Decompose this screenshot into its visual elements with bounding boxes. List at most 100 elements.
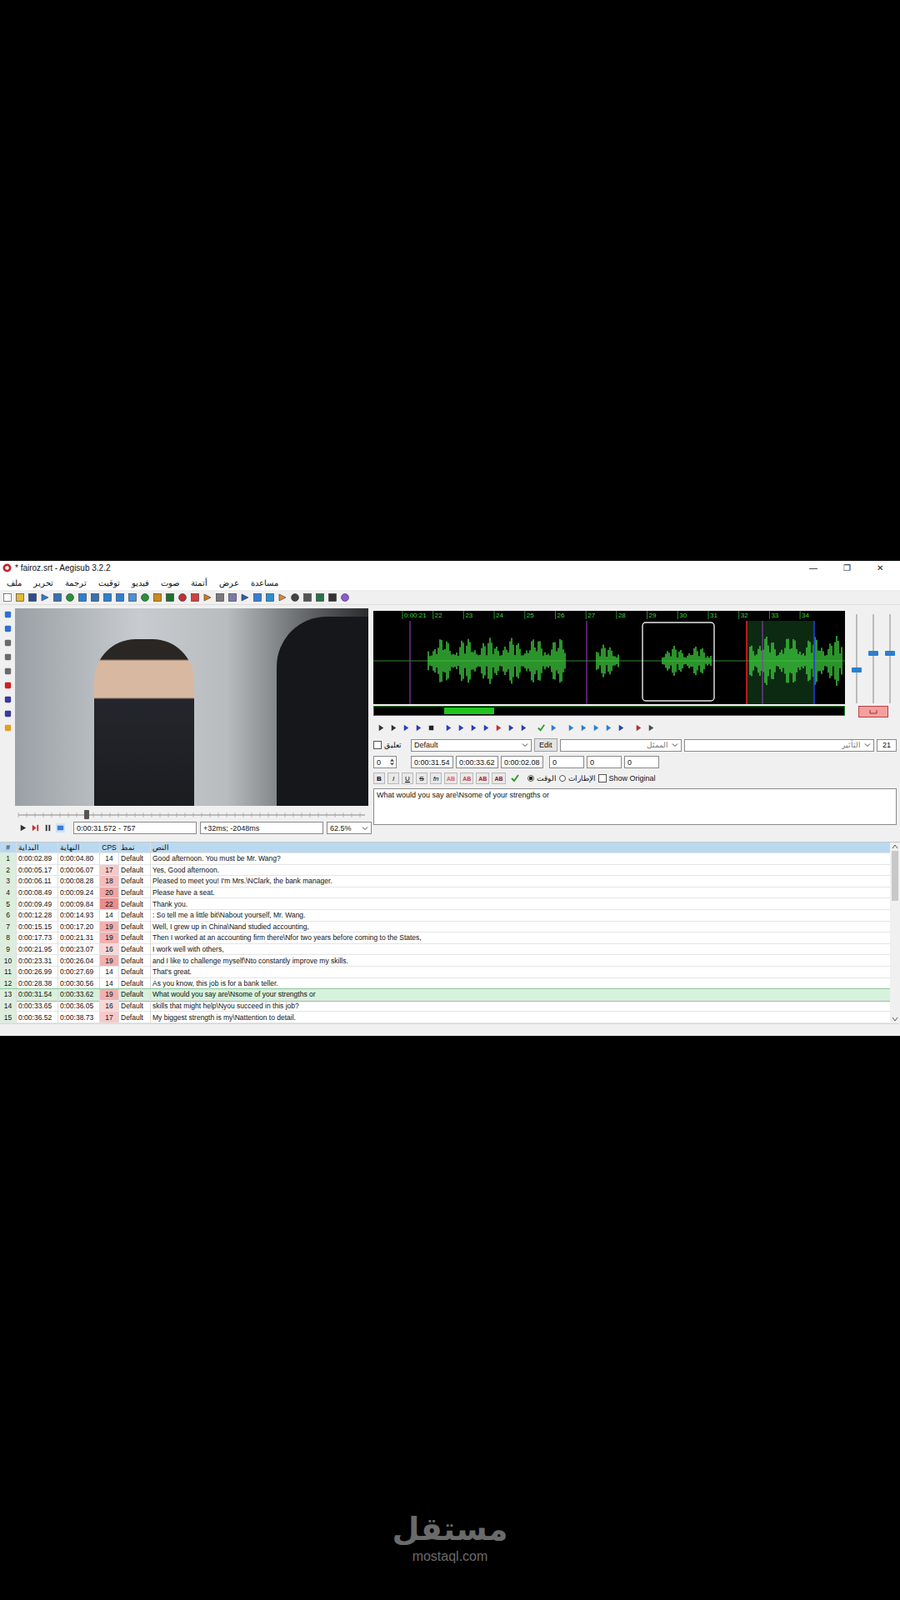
actor-dropdown[interactable]: الممثل bbox=[560, 739, 682, 752]
post-processor-icon[interactable] bbox=[252, 592, 263, 603]
edit-style-button[interactable]: Edit bbox=[534, 738, 558, 752]
slider-thumb[interactable] bbox=[851, 667, 862, 673]
markers-icon[interactable] bbox=[634, 723, 644, 733]
dummy-video-icon[interactable] bbox=[52, 592, 63, 603]
zoom-dropdown[interactable]: 62.5% bbox=[326, 821, 372, 835]
window-control[interactable]: ❐ bbox=[831, 563, 862, 573]
clip-icon[interactable] bbox=[3, 680, 13, 690]
open-video-icon[interactable] bbox=[40, 592, 50, 603]
end-marker[interactable] bbox=[813, 620, 815, 705]
pause-icon[interactable] bbox=[43, 823, 53, 833]
seek-thumb[interactable] bbox=[84, 810, 90, 820]
save-icon[interactable] bbox=[27, 592, 38, 603]
grid-row[interactable]: 2 0:00:05.17 0:00:06.07 17 Default Yes, … bbox=[0, 865, 890, 877]
play-line-icon[interactable] bbox=[414, 723, 424, 733]
format-button[interactable]: AB bbox=[444, 772, 458, 785]
timecodes-icon[interactable] bbox=[102, 592, 113, 603]
window-control[interactable]: ✕ bbox=[865, 563, 895, 573]
spin-arrows-icon[interactable] bbox=[389, 757, 395, 767]
start-time-field[interactable]: 0:00:31.54 bbox=[410, 755, 454, 769]
grid-row[interactable]: 15 0:00:36.52 0:00:38.73 17 Default My b… bbox=[0, 1011, 890, 1024]
format-button[interactable]: S bbox=[415, 772, 428, 785]
duration-field[interactable]: 0:00:02.08 bbox=[500, 755, 544, 769]
audio-scrollbar[interactable] bbox=[373, 705, 845, 716]
margin-field[interactable]: 0 bbox=[624, 755, 660, 769]
layer-spinner[interactable]: 0 bbox=[373, 755, 397, 769]
vertical-slider[interactable] bbox=[885, 614, 895, 704]
comment-checkbox[interactable]: تعليق bbox=[373, 740, 402, 750]
grid-row[interactable]: 14 0:00:33.65 0:00:36.05 16 Default skil… bbox=[0, 1000, 890, 1013]
slider-thumb[interactable] bbox=[885, 650, 895, 656]
play-after-icon[interactable] bbox=[456, 723, 466, 733]
play-icon[interactable] bbox=[18, 823, 28, 833]
format-button[interactable]: AB bbox=[475, 772, 490, 785]
auto-scroll-icon[interactable] bbox=[591, 723, 601, 733]
video-offset-field[interactable]: +32ms; -2048ms bbox=[200, 821, 324, 835]
play-selection-icon[interactable] bbox=[401, 723, 411, 733]
grid-row[interactable]: 7 0:00:15.15 0:00:17.20 19 Default Well,… bbox=[0, 921, 890, 934]
scroll-up-icon[interactable] bbox=[891, 844, 899, 850]
column-header[interactable]: # bbox=[0, 842, 17, 853]
show-original-checkbox[interactable]: Show Original bbox=[598, 774, 656, 783]
checkbox[interactable] bbox=[373, 740, 382, 750]
checkbox[interactable] bbox=[598, 774, 607, 783]
play-to-end-icon[interactable] bbox=[494, 723, 504, 733]
keyframes-icon[interactable] bbox=[77, 592, 88, 603]
format-button[interactable]: AB bbox=[460, 772, 474, 785]
rotate-xy-icon[interactable] bbox=[3, 652, 13, 662]
previous-line-icon[interactable] bbox=[376, 723, 386, 733]
assistant-icon[interactable] bbox=[315, 592, 325, 603]
grid-row[interactable]: 1 0:00:02.89 0:00:04.80 14 Default Good … bbox=[0, 853, 890, 865]
commit-icon[interactable] bbox=[536, 723, 546, 733]
menu-item[interactable]: أتمتة bbox=[189, 578, 210, 588]
column-header[interactable]: النهاية bbox=[58, 842, 100, 853]
menu-item[interactable]: عرض bbox=[217, 578, 241, 588]
new-file-icon[interactable] bbox=[2, 592, 13, 603]
styling-icon[interactable] bbox=[265, 592, 275, 603]
radio[interactable] bbox=[527, 775, 535, 782]
resolution-icon[interactable] bbox=[302, 592, 313, 603]
video-seek-bar[interactable] bbox=[15, 807, 369, 821]
spell-check-icon[interactable] bbox=[227, 592, 238, 603]
column-header[interactable]: النص bbox=[150, 842, 890, 853]
rotate-z-icon[interactable] bbox=[3, 638, 13, 648]
menu-item[interactable]: مساعدة bbox=[249, 578, 280, 588]
end-time-field[interactable]: 0:00:33.62 bbox=[455, 755, 499, 769]
styles-icon[interactable] bbox=[115, 592, 125, 603]
menu-item[interactable]: ملف bbox=[5, 578, 24, 588]
format-button[interactable]: I bbox=[387, 772, 400, 785]
help-icon[interactable] bbox=[3, 723, 13, 733]
slider-thumb[interactable] bbox=[868, 650, 879, 656]
spectrum-icon[interactable] bbox=[566, 723, 576, 733]
menu-item[interactable]: ترجمة bbox=[63, 578, 89, 588]
menu-item[interactable]: صوت bbox=[159, 578, 181, 588]
stop-icon[interactable] bbox=[426, 723, 436, 733]
karaoke-icon[interactable] bbox=[616, 723, 626, 733]
options-icon[interactable] bbox=[327, 592, 338, 603]
next-line-icon[interactable] bbox=[389, 723, 399, 733]
grid-row[interactable]: 8 0:00:17.73 0:00:21.31 19 Default Then … bbox=[0, 932, 890, 945]
grid-row[interactable]: 3 0:00:06.11 0:00:08.28 18 Default Pleas… bbox=[0, 875, 890, 888]
scale-icon[interactable] bbox=[3, 666, 13, 676]
column-header[interactable]: نمط bbox=[119, 842, 151, 853]
auto-next-icon[interactable] bbox=[604, 723, 614, 733]
vector-draw-icon[interactable] bbox=[3, 709, 13, 719]
grid-row[interactable]: 13 0:00:31.54 0:00:33.62 19 Default What… bbox=[0, 989, 890, 1001]
play-line-icon[interactable] bbox=[30, 823, 40, 833]
vector-clip-icon[interactable] bbox=[3, 695, 13, 705]
translation-icon[interactable] bbox=[215, 592, 225, 603]
play-first-icon[interactable] bbox=[469, 723, 479, 733]
grid-row[interactable]: 4 0:00:08.49 0:00:09.24 20 Default Pleas… bbox=[0, 887, 890, 900]
fonts-icon[interactable] bbox=[152, 592, 163, 603]
column-header[interactable]: البداية bbox=[16, 842, 59, 853]
time-mode-radio[interactable]: الإطارات bbox=[559, 774, 596, 783]
format-button[interactable]: fn bbox=[430, 772, 442, 785]
autoscroll-icon[interactable] bbox=[55, 823, 65, 833]
select-icon[interactable] bbox=[240, 592, 250, 603]
play-last-icon[interactable] bbox=[481, 723, 491, 733]
start-marker[interactable] bbox=[745, 620, 748, 705]
menu-item[interactable]: تحرير bbox=[31, 578, 55, 588]
audio-scroll-thumb[interactable] bbox=[444, 707, 495, 715]
style-dropdown[interactable]: Default bbox=[410, 739, 532, 752]
drag-tool-icon[interactable] bbox=[3, 624, 13, 634]
